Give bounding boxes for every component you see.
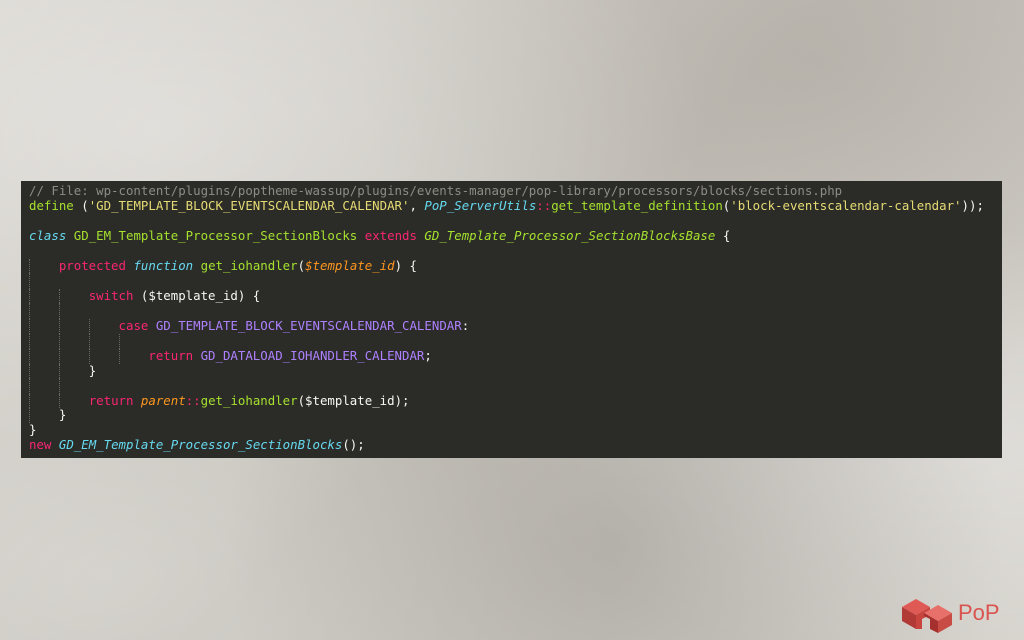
class-keyword: class: [29, 227, 67, 243]
parent-class-name: GD_Template_Processor_SectionBlocksBase: [424, 227, 716, 243]
code-line-return-parent: return parent::get_iohandler($template_i…: [29, 392, 1002, 409]
new-keyword: new: [29, 436, 52, 452]
code-line-new: new GD_EM_Template_Processor_SectionBloc…: [29, 436, 1002, 453]
define-constant-string: 'GD_TEMPLATE_BLOCK_EVENTSCALENDAR_CALEND…: [88, 197, 410, 213]
method-parameter: $template_id: [305, 257, 395, 273]
return-constant: GD_DATALOAD_IOHANDLER_CALENDAR: [200, 348, 425, 364]
class-name: GD_EM_Template_Processor_SectionBlocks: [73, 227, 358, 243]
define-function-name: get_template_definition: [551, 197, 723, 213]
parent-scope-operator: ::: [185, 392, 201, 408]
return-parent-keyword: return: [88, 392, 134, 408]
code-line-return-case: return GD_DATALOAD_IOHANDLER_CALENDAR;: [29, 348, 1002, 364]
method-close-brace: }: [58, 407, 67, 423]
define-comma: ,: [409, 197, 425, 213]
extends-keyword: extends: [364, 227, 417, 243]
code-line-case: case GD_TEMPLATE_BLOCK_EVENTSCALENDAR_CA…: [29, 317, 1002, 334]
return-keyword: return: [148, 348, 194, 364]
method-name: get_iohandler: [200, 257, 298, 273]
case-constant: GD_TEMPLATE_BLOCK_EVENTSCALENDAR_CALENDA…: [155, 317, 462, 333]
define-keyword: define: [29, 197, 74, 213]
code-line-method-close: }: [29, 408, 1002, 423]
pop-logo-text: PoP: [958, 600, 1000, 625]
code-line-method: protected function get_iohandler($templa…: [29, 257, 1002, 274]
code-line-switch-close: }: [29, 362, 1002, 379]
parent-method-call: get_iohandler: [200, 392, 298, 408]
code-line-define: define ('GD_TEMPLATE_BLOCK_EVENTSCALENDA…: [29, 197, 1002, 214]
return-semicolon: ;: [424, 348, 432, 364]
code-line-class: class GD_EM_Template_Processor_SectionBl…: [29, 227, 1002, 244]
file-comment: // File: wp-content/plugins/poptheme-was…: [29, 183, 843, 198]
pop-logo-icon: [902, 599, 952, 633]
parent-call-args: ($template_id);: [297, 392, 410, 408]
parent-keyword: parent: [140, 392, 186, 408]
code-line-blank: [29, 378, 1002, 394]
define-open-paren: (: [73, 197, 89, 213]
code-line-class-close: }: [29, 421, 1002, 438]
new-class-name: GD_EM_Template_Processor_SectionBlocks: [58, 436, 343, 452]
switch-close-brace: }: [88, 362, 97, 378]
code-line-switch: switch ($template_id) {: [29, 287, 1002, 304]
function-keyword: function: [133, 257, 194, 273]
define-arg-string: 'block-eventscalendar-calendar': [730, 197, 962, 213]
code-line-blank: [29, 333, 1002, 350]
code-panel: // File: wp-content/plugins/poptheme-was…: [21, 181, 1002, 458]
define-scope-operator: ::: [536, 197, 552, 213]
switch-keyword: switch: [88, 287, 134, 303]
method-open-paren: (: [297, 257, 306, 273]
switch-expression: ($template_id) {: [133, 287, 261, 303]
code-line-blank: [29, 303, 1002, 319]
code-line-comment: // File: wp-content/plugins/poptheme-was…: [29, 183, 1002, 199]
define-class-name: PoP_ServerUtils: [424, 197, 537, 213]
protected-keyword: protected: [58, 257, 126, 273]
class-open-brace: {: [715, 227, 731, 243]
new-call-end: ();: [342, 436, 365, 452]
define-close: ));: [961, 197, 984, 213]
class-close-brace: }: [29, 421, 37, 437]
code-line-blank: [29, 273, 1002, 289]
method-close: ) {: [394, 257, 417, 273]
case-colon: :: [461, 317, 470, 333]
case-keyword: case: [118, 317, 149, 333]
pop-logo: PoP: [900, 593, 1016, 633]
